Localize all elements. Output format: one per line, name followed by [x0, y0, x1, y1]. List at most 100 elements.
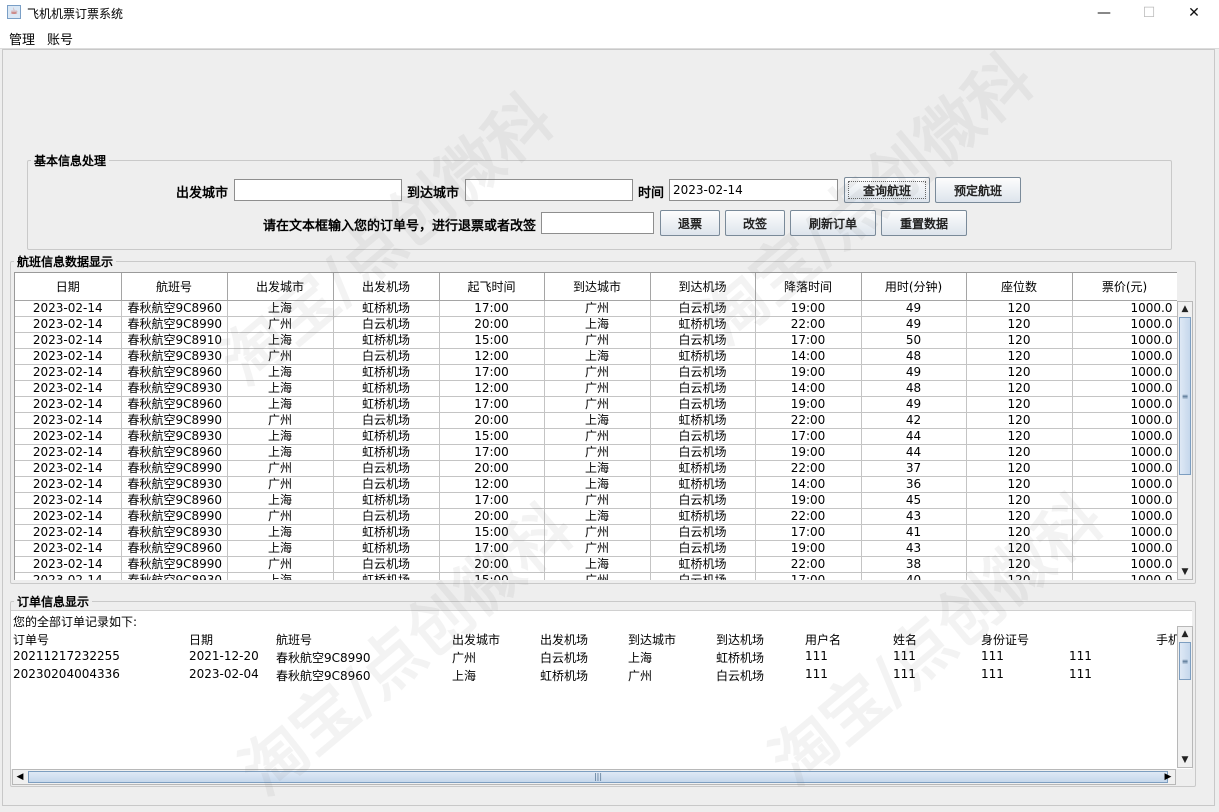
cell-arrive-airport[interactable]: 虹桥机场	[650, 316, 756, 333]
table-row[interactable]: 2023-02-14 春秋航空9C8960 上海 虹桥机场 17:00 广州 白云机场 19:…	[15, 492, 1177, 509]
cell-arrive-city[interactable]: 广州	[544, 492, 651, 509]
cell-duration[interactable]: 49	[861, 300, 967, 317]
cell-depart-airport[interactable]: 虹桥机场	[333, 540, 440, 557]
cell-takeoff-time[interactable]: 17:00	[439, 492, 545, 509]
cell-date[interactable]: 2023-02-14	[15, 556, 122, 573]
book-flight-button[interactable]: 预定航班	[935, 177, 1021, 203]
cell-price[interactable]: 1000.0	[1072, 492, 1177, 509]
cell-arrive-airport[interactable]: 白云机场	[650, 428, 756, 445]
cell-depart-city[interactable]: 上海	[227, 572, 334, 580]
cell-duration[interactable]: 38	[861, 556, 967, 573]
cell-depart-city[interactable]: 上海	[227, 364, 334, 381]
cell-flight-no[interactable]: 春秋航空9C8930	[121, 428, 228, 445]
scroll-left-arrow-icon[interactable]: ◀	[13, 770, 27, 784]
cell-duration[interactable]: 48	[861, 348, 967, 365]
cell-date[interactable]: 2023-02-14	[15, 540, 122, 557]
cell-depart-city[interactable]: 广州	[227, 508, 334, 525]
col-header-depart-airport[interactable]: 出发机场	[333, 273, 440, 301]
table-row[interactable]: 2023-02-14 春秋航空9C8930 广州 白云机场 12:00 上海 虹桥机场 14:…	[15, 476, 1177, 493]
cell-takeoff-time[interactable]: 17:00	[439, 364, 545, 381]
cell-duration[interactable]: 41	[861, 524, 967, 541]
cell-seats[interactable]: 120	[966, 460, 1073, 477]
cell-arrive-airport[interactable]: 虹桥机场	[650, 412, 756, 429]
cell-price[interactable]: 1000.0	[1072, 396, 1177, 413]
cell-arrive-airport[interactable]: 白云机场	[650, 300, 756, 317]
cell-takeoff-time[interactable]: 17:00	[439, 444, 545, 461]
cell-price[interactable]: 1000.0	[1072, 300, 1177, 317]
cell-landing-time[interactable]: 22:00	[755, 508, 862, 525]
refund-button[interactable]: 退票	[660, 210, 720, 236]
cell-flight-no[interactable]: 春秋航空9C8930	[121, 524, 228, 541]
cell-takeoff-time[interactable]: 12:00	[439, 380, 545, 397]
arrive-city-input[interactable]	[465, 179, 633, 201]
cell-arrive-city[interactable]: 上海	[544, 556, 651, 573]
cell-depart-airport[interactable]: 虹桥机场	[333, 572, 440, 580]
cell-arrive-airport[interactable]: 白云机场	[650, 572, 756, 580]
cell-price[interactable]: 1000.0	[1072, 412, 1177, 429]
cell-duration[interactable]: 36	[861, 476, 967, 493]
cell-takeoff-time[interactable]: 17:00	[439, 540, 545, 557]
cell-arrive-city[interactable]: 广州	[544, 540, 651, 557]
col-header-duration[interactable]: 用时(分钟)	[861, 273, 967, 301]
cell-landing-time[interactable]: 22:00	[755, 460, 862, 477]
cell-depart-airport[interactable]: 虹桥机场	[333, 300, 440, 317]
cell-price[interactable]: 1000.0	[1072, 364, 1177, 381]
order-vscroll[interactable]: ▲ ≡ ▼	[1177, 626, 1193, 768]
menu-manage[interactable]: 管理	[9, 29, 35, 48]
cell-seats[interactable]: 120	[966, 540, 1073, 557]
cell-duration[interactable]: 50	[861, 332, 967, 349]
cell-price[interactable]: 1000.0	[1072, 348, 1177, 365]
col-header-arrive-city[interactable]: 到达城市	[544, 273, 651, 301]
order-hscroll-thumb[interactable]: |||	[28, 771, 1168, 783]
cell-duration[interactable]: 43	[861, 508, 967, 525]
cell-date[interactable]: 2023-02-14	[15, 444, 122, 461]
cell-date[interactable]: 2023-02-14	[15, 428, 122, 445]
cell-date[interactable]: 2023-02-14	[15, 508, 122, 525]
cell-takeoff-time[interactable]: 20:00	[439, 460, 545, 477]
cell-date[interactable]: 2023-02-14	[15, 396, 122, 413]
cell-takeoff-time[interactable]: 20:00	[439, 412, 545, 429]
cell-depart-airport[interactable]: 白云机场	[333, 460, 440, 477]
cell-price[interactable]: 1000.0	[1072, 428, 1177, 445]
cell-price[interactable]: 1000.0	[1072, 316, 1177, 333]
cell-landing-time[interactable]: 19:00	[755, 396, 862, 413]
cell-landing-time[interactable]: 14:00	[755, 348, 862, 365]
cell-date[interactable]: 2023-02-14	[15, 332, 122, 349]
cell-arrive-airport[interactable]: 白云机场	[650, 332, 756, 349]
cell-seats[interactable]: 120	[966, 428, 1073, 445]
order-text-area[interactable]: 您的全部订单记录如下: 订单号 日期 航班号 出发城市 出发机场 到达城市 到达机场 用户名 姓…	[11, 610, 1192, 769]
cell-arrive-city[interactable]: 广州	[544, 572, 651, 580]
cell-arrive-airport[interactable]: 白云机场	[650, 444, 756, 461]
cell-arrive-city[interactable]: 上海	[544, 316, 651, 333]
table-row[interactable]: 2023-02-14 春秋航空9C8990 广州 白云机场 20:00 上海 虹桥机场 22:…	[15, 556, 1177, 573]
col-header-arrive-airport[interactable]: 到达机场	[650, 273, 756, 301]
table-row[interactable]: 2023-02-14 春秋航空9C8930 上海 虹桥机场 15:00 广州 白云机场 17:…	[15, 524, 1177, 541]
cell-arrive-city[interactable]: 上海	[544, 508, 651, 525]
cell-seats[interactable]: 120	[966, 524, 1073, 541]
cell-seats[interactable]: 120	[966, 332, 1073, 349]
cell-depart-city[interactable]: 上海	[227, 300, 334, 317]
cell-seats[interactable]: 120	[966, 476, 1073, 493]
cell-landing-time[interactable]: 17:00	[755, 524, 862, 541]
cell-depart-airport[interactable]: 白云机场	[333, 348, 440, 365]
cell-seats[interactable]: 120	[966, 572, 1073, 580]
cell-arrive-airport[interactable]: 虹桥机场	[650, 460, 756, 477]
cell-arrive-airport[interactable]: 虹桥机场	[650, 476, 756, 493]
cell-landing-time[interactable]: 22:00	[755, 556, 862, 573]
cell-date[interactable]: 2023-02-14	[15, 348, 122, 365]
cell-depart-airport[interactable]: 白云机场	[333, 412, 440, 429]
cell-depart-city[interactable]: 广州	[227, 460, 334, 477]
cell-price[interactable]: 1000.0	[1072, 508, 1177, 525]
cell-takeoff-time[interactable]: 17:00	[439, 396, 545, 413]
cell-depart-airport[interactable]: 虹桥机场	[333, 364, 440, 381]
cell-flight-no[interactable]: 春秋航空9C8910	[121, 332, 228, 349]
cell-date[interactable]: 2023-02-14	[15, 380, 122, 397]
col-header-seats[interactable]: 座位数	[966, 273, 1073, 301]
cell-depart-airport[interactable]: 虹桥机场	[333, 524, 440, 541]
cell-seats[interactable]: 120	[966, 556, 1073, 573]
cell-arrive-airport[interactable]: 白云机场	[650, 364, 756, 381]
cell-flight-no[interactable]: 春秋航空9C8930	[121, 572, 228, 580]
cell-price[interactable]: 1000.0	[1072, 572, 1177, 580]
scroll-right-arrow-icon[interactable]: ▶	[1161, 770, 1175, 784]
cell-duration[interactable]: 40	[861, 572, 967, 580]
